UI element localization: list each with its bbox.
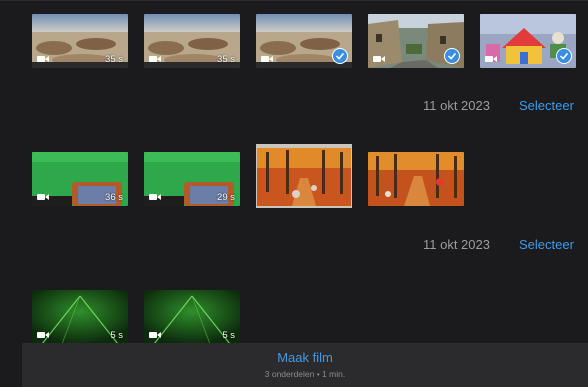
photo-thumbnail-autumn-1[interactable] xyxy=(256,142,352,212)
video-thumbnail-beach-2[interactable]: 35 s xyxy=(144,14,240,68)
duration-label: 35 s xyxy=(105,54,123,65)
video-thumbnail-beach-3[interactable] xyxy=(256,14,352,68)
duration-label: 29 s xyxy=(217,192,235,203)
video-thumbnail-green-screen-1[interactable]: 36 s xyxy=(32,152,128,206)
checkmark-circle-icon xyxy=(332,48,348,64)
create-movie-bar: Maak film 3 onderdelen • 1 min. xyxy=(22,343,588,387)
select-button[interactable]: Selecteer xyxy=(519,98,574,113)
top-divider xyxy=(0,0,588,1)
video-camera-icon xyxy=(373,56,385,62)
video-camera-icon xyxy=(37,56,49,62)
duration-label: 36 s xyxy=(105,192,123,203)
create-movie-button[interactable]: Maak film xyxy=(22,350,588,365)
video-thumbnail-beach-1[interactable]: 35 s xyxy=(32,14,128,68)
video-thumbnail-green-laser-2[interactable]: 5 s xyxy=(144,290,240,344)
autumn-forest-image xyxy=(368,152,464,206)
video-camera-icon xyxy=(37,194,49,200)
video-thumbnail-toy-house[interactable] xyxy=(480,14,576,68)
photo-thumbnail-autumn-2[interactable] xyxy=(368,152,464,206)
video-camera-icon xyxy=(261,56,273,62)
duration-label: 5 s xyxy=(110,330,123,341)
video-camera-icon xyxy=(37,332,49,338)
video-camera-icon xyxy=(485,56,497,62)
select-button[interactable]: Selecteer xyxy=(519,237,574,252)
checkmark-circle-icon xyxy=(444,48,460,64)
video-thumbnail-village[interactable] xyxy=(368,14,464,68)
video-camera-icon xyxy=(149,194,161,200)
checkmark-circle-icon xyxy=(556,48,572,64)
video-thumbnail-green-screen-2[interactable]: 29 s xyxy=(144,152,240,206)
autumn-forest-image xyxy=(256,142,352,212)
selection-summary: 3 onderdelen • 1 min. xyxy=(264,369,346,379)
video-camera-icon xyxy=(149,56,161,62)
group-date: 11 okt 2023 xyxy=(423,98,490,113)
duration-label: 35 s xyxy=(217,54,235,65)
group-date: 11 okt 2023 xyxy=(423,237,490,252)
video-camera-icon xyxy=(149,332,161,338)
video-thumbnail-green-laser-1[interactable]: 5 s xyxy=(32,290,128,344)
duration-label: 5 s xyxy=(222,330,235,341)
